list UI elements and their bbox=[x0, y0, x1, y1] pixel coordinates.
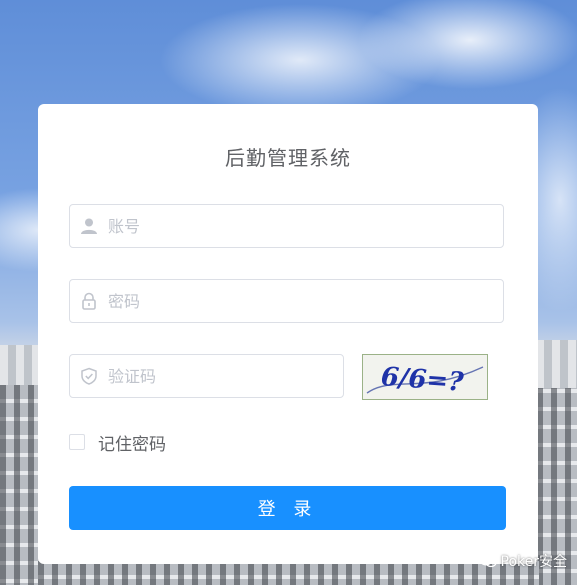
background-building-bottom bbox=[38, 561, 539, 585]
shield-check-icon bbox=[80, 367, 98, 385]
mosaic-blur-left bbox=[0, 345, 40, 385]
remember-checkbox[interactable] bbox=[69, 434, 85, 450]
captcha-image[interactable]: 6/6=? bbox=[362, 354, 488, 400]
watermark: Poker安全 bbox=[478, 551, 568, 571]
watermark-text: Poker安全 bbox=[500, 554, 568, 570]
account-field[interactable] bbox=[69, 204, 504, 248]
captcha-input[interactable] bbox=[108, 355, 328, 397]
background-building-left bbox=[0, 385, 40, 585]
page-title: 后勤管理系统 bbox=[225, 146, 351, 170]
password-field[interactable] bbox=[69, 279, 504, 323]
login-button[interactable]: 登 录 bbox=[69, 486, 506, 530]
wechat-icon bbox=[478, 554, 497, 568]
account-input[interactable] bbox=[108, 205, 488, 247]
remember-password-toggle[interactable]: 记住密码 bbox=[69, 432, 166, 455]
captcha-text: 6/6=? bbox=[380, 362, 465, 398]
lock-icon bbox=[80, 292, 98, 310]
login-card: 后勤管理系统 账号 验证码 6/6=? 记住密码 登 录 bbox=[38, 104, 538, 564]
password-input[interactable] bbox=[108, 280, 488, 322]
captcha-field[interactable] bbox=[69, 354, 344, 398]
remember-label: 记住密码 bbox=[98, 434, 166, 455]
user-icon bbox=[80, 217, 98, 235]
